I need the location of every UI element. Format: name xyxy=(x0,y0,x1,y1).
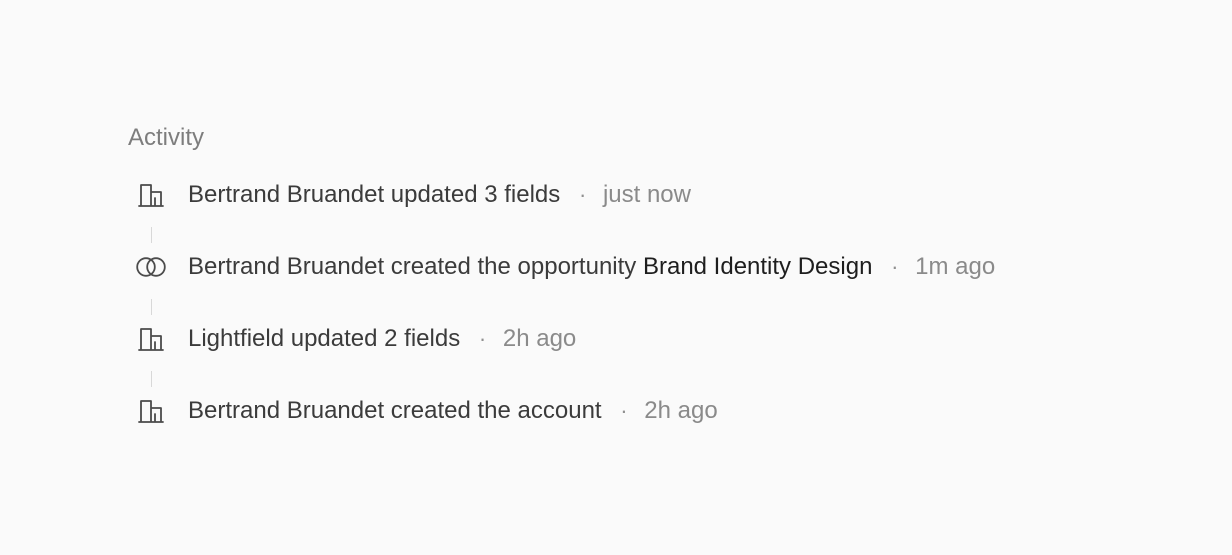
activity-item: Bertrand Bruandet created the opportunit… xyxy=(128,249,1188,321)
activity-time: just now xyxy=(602,181,691,208)
activity-text: Bertrand Bruandet updated 3 fields · jus… xyxy=(188,177,691,213)
activity-text: Lightfield updated 2 fields · 2h ago xyxy=(188,321,576,357)
time-separator: · xyxy=(620,398,628,423)
opportunity-rings-icon xyxy=(134,254,168,280)
activity-heading: Activity xyxy=(128,124,205,151)
activity-text: Bertrand Bruandet created the opportunit… xyxy=(188,249,995,285)
activity-time: 2h ago xyxy=(502,325,577,352)
time-separator: · xyxy=(478,326,487,351)
building-icon xyxy=(134,326,168,352)
activity-item: Bertrand Bruandet created the account · … xyxy=(128,393,1188,429)
activity-row: Bertrand Bruandet created the opportunit… xyxy=(128,249,1188,285)
timeline-connector xyxy=(151,299,152,315)
time-separator: · xyxy=(891,254,899,279)
activity-time: 2h ago xyxy=(644,397,718,424)
opportunity-link[interactable]: Brand Identity Design xyxy=(643,253,872,280)
building-icon xyxy=(134,182,168,208)
activity-description: Bertrand Bruandet created the opportunit… xyxy=(188,253,637,280)
activity-text: Bertrand Bruandet created the account · … xyxy=(188,393,718,429)
building-icon xyxy=(134,398,168,424)
activity-list: Bertrand Bruandet updated 3 fields · jus… xyxy=(128,177,1188,429)
activity-description: Bertrand Bruandet created the account xyxy=(188,397,602,424)
activity-time: 1m ago xyxy=(915,253,996,280)
activity-row: Bertrand Bruandet updated 3 fields · jus… xyxy=(128,177,1188,213)
activity-description: Bertrand Bruandet updated 3 fields xyxy=(188,181,561,208)
timeline-connector xyxy=(151,371,152,387)
activity-description: Lightfield updated 2 fields xyxy=(188,325,461,352)
activity-item: Lightfield updated 2 fields · 2h ago xyxy=(128,321,1188,393)
activity-section: Activity Bertrand Bruandet updated 3 fie… xyxy=(128,122,1188,429)
activity-row: Lightfield updated 2 fields · 2h ago xyxy=(128,321,1188,357)
activity-row: Bertrand Bruandet created the account · … xyxy=(128,393,1188,429)
timeline-connector xyxy=(151,227,152,243)
time-separator: · xyxy=(578,182,587,207)
activity-item: Bertrand Bruandet updated 3 fields · jus… xyxy=(128,177,1188,249)
